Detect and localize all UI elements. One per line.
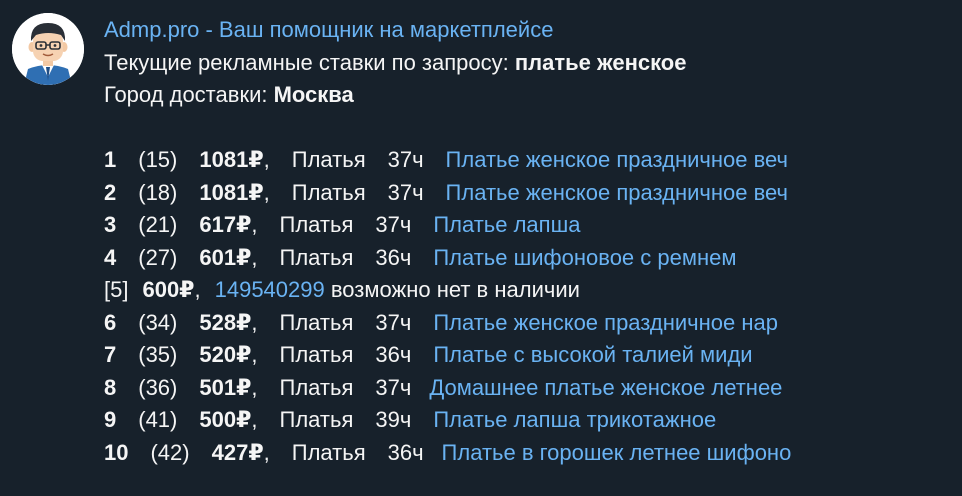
- row-price: 500₽: [199, 407, 252, 432]
- row-category: Платья: [279, 244, 354, 270]
- bid-row: 7 (35) 520₽, Платья 36ч Платье с высокой тали…: [104, 342, 753, 367]
- row-position: (34): [138, 309, 178, 335]
- bid-row: 9 (41) 500₽, Платья 39ч Платье лапша трикотаж…: [104, 407, 717, 432]
- row-position: (15): [138, 147, 178, 172]
- row-price: 601₽: [199, 244, 252, 270]
- bid-row-unavailable: [5] 600₽, 149540299 возможно нет в наличии: [104, 277, 580, 302]
- row-product-link[interactable]: Платье женское праздничное веч: [446, 180, 788, 205]
- bid-row: 2 (18) 1081₽, Платья 37ч Платье женское празд…: [104, 179, 789, 205]
- row-time: 37ч: [375, 212, 412, 237]
- row-rank: 10: [104, 439, 129, 465]
- row-category: Платья: [279, 212, 354, 237]
- row-product-link[interactable]: Платье лапша трикотажное: [433, 407, 716, 432]
- bot-avatar-icon[interactable]: [12, 13, 84, 85]
- message-body: Admp.pro - Ваш помощник на маркетплейсе …: [104, 14, 954, 469]
- chat-message: Admp.pro - Ваш помощник на маркетплейсе …: [0, 0, 962, 496]
- row-category: Платья: [279, 407, 354, 432]
- row-price: 427₽: [211, 439, 264, 465]
- row-product-link[interactable]: Платье в горошек летнее шифоно: [442, 440, 792, 465]
- row-time: 36ч: [375, 244, 412, 270]
- row-category: Платья: [279, 342, 354, 367]
- city-label: Город доставки:: [104, 82, 274, 107]
- row-price: 528₽: [199, 309, 252, 335]
- row-position: (18): [138, 179, 178, 205]
- row-product-link[interactable]: Платье с высокой талией миди: [433, 342, 752, 367]
- row-product-link[interactable]: Платье женское праздничное веч: [446, 147, 788, 172]
- bid-row: 1 (15) 1081₽, Платья 37ч Платье женское празд…: [104, 147, 789, 172]
- row-price: 520₽: [199, 342, 252, 367]
- cartoon-manager-avatar-icon: [12, 13, 84, 85]
- row-price: 1081₽: [199, 179, 264, 205]
- row-position: (36): [138, 374, 178, 400]
- row-rank: [5]: [104, 277, 129, 302]
- row-time: 36ч: [375, 342, 412, 367]
- row-time: 37ч: [387, 147, 424, 172]
- row-position: (35): [138, 342, 178, 367]
- row-availability-note: возможно нет в наличии: [330, 277, 580, 302]
- row-rank: 3: [104, 212, 117, 237]
- row-time: 37ч: [375, 309, 412, 335]
- row-rank: 6: [104, 309, 117, 335]
- row-rank: 1: [104, 147, 117, 172]
- row-category: Платья: [291, 439, 366, 465]
- row-product-id-link[interactable]: 149540299: [215, 277, 325, 302]
- bid-row: 3 (21) 617₽, Платья 37ч Платье лапша: [104, 212, 581, 237]
- row-rank: 4: [104, 244, 117, 270]
- row-price: 600₽: [142, 277, 195, 302]
- row-product-link[interactable]: Домашнее платье женское летнее: [429, 375, 782, 400]
- row-price: 617₽: [199, 212, 252, 237]
- sender-name[interactable]: Admp.pro - Ваш помощник на маркетплейсе: [104, 14, 954, 47]
- row-product-link[interactable]: Платье шифоновое с ремнем: [433, 245, 736, 270]
- query-value: платье женское: [514, 49, 687, 75]
- row-position: (27): [138, 244, 178, 270]
- row-category: Платья: [291, 147, 366, 172]
- row-position: (21): [138, 212, 178, 237]
- row-time: 37ч: [387, 179, 424, 205]
- bid-row: 4 (27) 601₽, Платья 36ч Платье шифоновое с ре…: [104, 244, 737, 270]
- row-price: 501₽: [199, 374, 252, 400]
- query-label: Текущие рекламные ставки по запросу:: [104, 49, 515, 75]
- city-value: Москва: [273, 82, 354, 107]
- city-line: Город доставки: Москва: [104, 79, 954, 112]
- bid-row: 10 (42) 427₽, Платья 36ч Платье в горошек лет…: [104, 439, 792, 465]
- row-price: 1081₽: [199, 147, 264, 172]
- row-position: (42): [150, 439, 190, 465]
- row-time: 36ч: [387, 439, 424, 465]
- bid-row: 8 (36) 501₽, Платья 37ч Домашнее платье женск…: [104, 374, 783, 400]
- row-category: Платья: [279, 374, 354, 400]
- row-position: (41): [138, 407, 178, 432]
- row-time: 39ч: [375, 407, 412, 432]
- bid-row: 6 (34) 528₽, Платья 37ч Платье женское праздн…: [104, 309, 778, 335]
- query-line: Текущие рекламные ставки по запросу: пла…: [104, 47, 954, 80]
- row-product-link[interactable]: Платье лапша: [433, 212, 580, 237]
- row-rank: 2: [104, 179, 117, 205]
- row-time: 37ч: [375, 374, 412, 400]
- row-product-link[interactable]: Платье женское праздничное нар: [433, 310, 778, 335]
- row-rank: 8: [104, 374, 117, 400]
- row-rank: 7: [104, 342, 117, 367]
- row-rank: 9: [104, 407, 117, 432]
- row-category: Платья: [291, 179, 366, 205]
- row-category: Платья: [279, 309, 354, 335]
